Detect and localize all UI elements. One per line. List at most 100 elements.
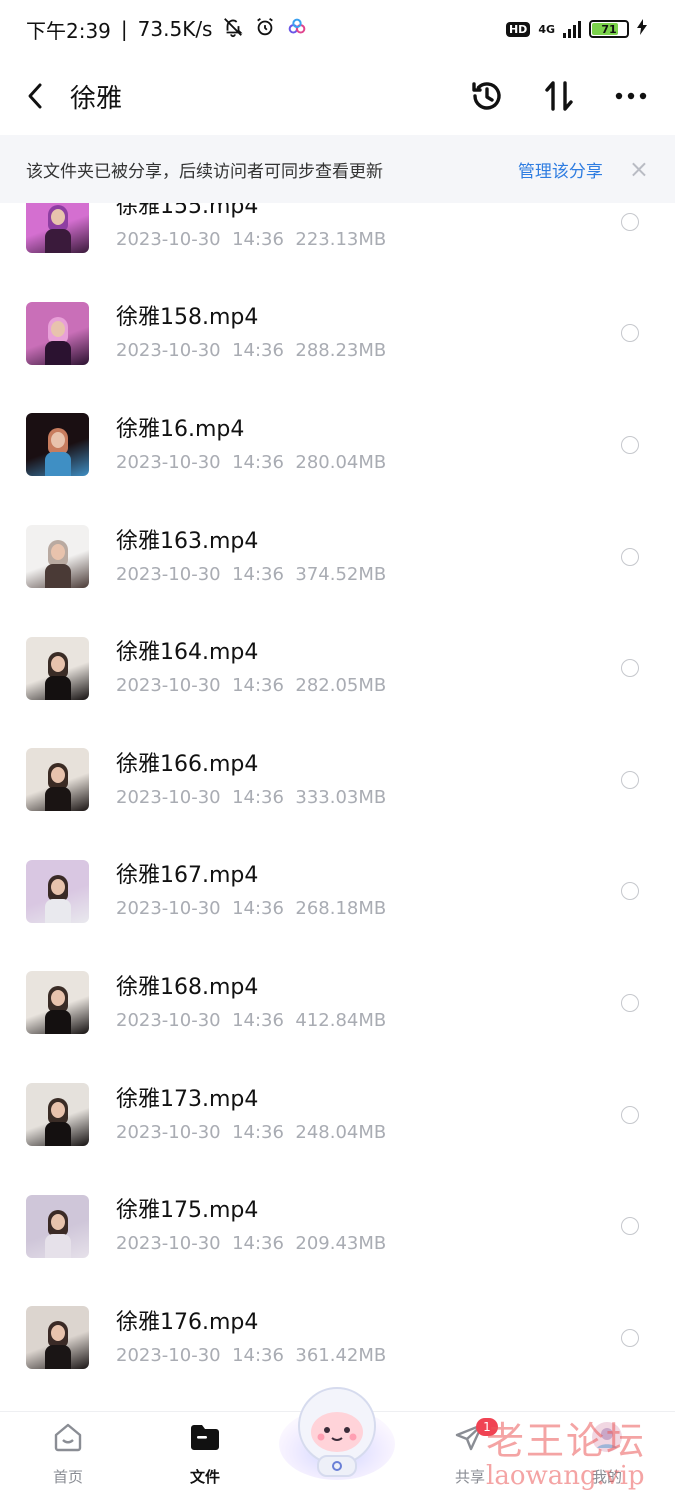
- file-row[interactable]: 徐雅168.mp4 2023-10-30 14:36 412.84MB: [0, 947, 675, 1059]
- file-row[interactable]: 徐雅175.mp4 2023-10-30 14:36 209.43MB: [0, 1170, 675, 1282]
- select-radio[interactable]: [621, 1217, 639, 1236]
- file-size: 333.03MB: [295, 786, 387, 808]
- select-radio[interactable]: [621, 324, 639, 343]
- file-time: 14:36: [232, 1344, 284, 1366]
- file-list-viewport[interactable]: 徐雅155.mp4 2023-10-30 14:36 223.13MB 徐雅158.…: [0, 203, 675, 1411]
- file-date: 2023-10-30: [116, 786, 221, 808]
- mascot-icon: [279, 1387, 395, 1480]
- cloud-app-icon: [286, 16, 308, 43]
- file-meta: 2023-10-30 14:36 268.18MB: [116, 897, 621, 921]
- more-button[interactable]: [613, 78, 649, 114]
- share-banner: 该文件夹已被分享，后续访问者可同步查看更新 管理该分享 ×: [0, 135, 675, 203]
- file-time: 14:36: [232, 563, 284, 585]
- file-meta: 2023-10-30 14:36 282.05MB: [116, 674, 621, 698]
- file-name: 徐雅155.mp4: [116, 203, 259, 219]
- file-meta: 2023-10-30 14:36 333.03MB: [116, 786, 621, 810]
- file-time: 14:36: [232, 675, 284, 697]
- sort-button[interactable]: [541, 78, 577, 114]
- file-row[interactable]: 徐雅16.mp4 2023-10-30 14:36 280.04MB: [0, 389, 675, 501]
- file-info: 徐雅164.mp4 2023-10-30 14:36 282.05MB: [116, 638, 621, 698]
- select-radio[interactable]: [621, 770, 639, 789]
- file-row[interactable]: 徐雅176.mp4 2023-10-30 14:36 361.42MB: [0, 1282, 675, 1394]
- file-info: 徐雅173.mp4 2023-10-30 14:36 248.04MB: [116, 1085, 621, 1145]
- file-meta: 2023-10-30 14:36 223.13MB: [116, 228, 621, 252]
- file-row[interactable]: 徐雅173.mp4 2023-10-30 14:36 248.04MB: [0, 1059, 675, 1171]
- history-button[interactable]: [469, 78, 505, 114]
- file-size: 412.84MB: [295, 1009, 387, 1031]
- file-info: 徐雅168.mp4 2023-10-30 14:36 412.84MB: [116, 973, 621, 1033]
- video-thumbnail: [26, 859, 89, 923]
- nav-share-label: 共享: [454, 1468, 485, 1486]
- file-size: 268.18MB: [295, 898, 387, 920]
- video-thumbnail: [26, 1306, 89, 1370]
- network-type: 4G: [538, 22, 555, 36]
- file-info: 徐雅176.mp4 2023-10-30 14:36 361.42MB: [116, 1308, 621, 1368]
- file-time: 14:36: [232, 451, 284, 473]
- nav-files-label: 文件: [189, 1468, 220, 1486]
- page-title: 徐雅: [70, 83, 123, 114]
- file-info: 徐雅166.mp4 2023-10-30 14:36 333.03MB: [116, 750, 621, 810]
- file-name: 徐雅16.mp4: [116, 416, 245, 442]
- file-info: 徐雅163.mp4 2023-10-30 14:36 374.52MB: [116, 527, 621, 587]
- file-meta: 2023-10-30 14:36 288.23MB: [116, 339, 621, 363]
- mascot-assistant-button[interactable]: [276, 1378, 398, 1484]
- status-right: HD 4G 71: [505, 19, 647, 39]
- select-radio[interactable]: [621, 993, 639, 1012]
- file-time: 14:36: [232, 898, 284, 920]
- select-radio[interactable]: [621, 212, 639, 231]
- sort-icon: [545, 81, 573, 111]
- file-size: 248.04MB: [295, 1121, 387, 1143]
- forum-watermark: 老王论坛 laowang.vip: [486, 1410, 666, 1496]
- file-meta: 2023-10-30 14:36 412.84MB: [116, 1009, 621, 1033]
- file-row[interactable]: 徐雅163.mp4 2023-10-30 14:36 374.52MB: [0, 501, 675, 613]
- file-meta: 2023-10-30 14:36 374.52MB: [116, 563, 621, 587]
- file-row[interactable]: 徐雅164.mp4 2023-10-30 14:36 282.05MB: [0, 612, 675, 724]
- video-thumbnail: [26, 413, 89, 477]
- file-size: 282.05MB: [295, 675, 387, 697]
- status-speed: 73.5K/s: [137, 17, 213, 41]
- select-radio[interactable]: [621, 435, 639, 454]
- file-name: 徐雅175.mp4: [116, 1198, 259, 1224]
- video-thumbnail: [26, 525, 89, 589]
- nav-home[interactable]: 首页: [28, 1420, 108, 1487]
- file-row[interactable]: 徐雅155.mp4 2023-10-30 14:36 223.13MB: [0, 203, 675, 278]
- app-header: 徐雅: [0, 58, 675, 134]
- video-thumbnail: [26, 1194, 89, 1258]
- file-date: 2023-10-30: [116, 228, 221, 250]
- file-name: 徐雅163.mp4: [116, 528, 259, 554]
- video-thumbnail: [26, 203, 89, 254]
- file-row[interactable]: 徐雅167.mp4 2023-10-30 14:36 268.18MB: [0, 836, 675, 948]
- select-radio[interactable]: [621, 659, 639, 678]
- chevron-left-icon: [28, 83, 42, 109]
- file-size: 209.43MB: [295, 1233, 387, 1255]
- file-meta: 2023-10-30 14:36 209.43MB: [116, 1232, 621, 1256]
- folder-icon: [188, 1420, 222, 1454]
- select-radio[interactable]: [621, 1328, 639, 1347]
- select-radio[interactable]: [621, 882, 639, 901]
- status-left: 下午2:39 | 73.5K/s: [26, 15, 308, 44]
- video-thumbnail: [26, 971, 89, 1035]
- file-size: 288.23MB: [295, 340, 387, 362]
- file-row[interactable]: 徐雅158.mp4 2023-10-30 14:36 288.23MB: [0, 278, 675, 390]
- file-row[interactable]: 徐雅166.mp4 2023-10-30 14:36 333.03MB: [0, 724, 675, 836]
- file-date: 2023-10-30: [116, 1121, 221, 1143]
- select-radio[interactable]: [621, 1105, 639, 1124]
- back-button[interactable]: [26, 76, 54, 116]
- close-banner-button[interactable]: ×: [629, 157, 649, 181]
- home-icon: [51, 1420, 85, 1454]
- select-radio[interactable]: [621, 547, 639, 566]
- header-actions: [469, 78, 649, 114]
- nav-files[interactable]: 文件: [165, 1420, 245, 1487]
- file-size: 361.42MB: [295, 1344, 387, 1366]
- file-info: 徐雅167.mp4 2023-10-30 14:36 268.18MB: [116, 861, 621, 921]
- file-date: 2023-10-30: [116, 451, 221, 473]
- status-separator: |: [120, 17, 128, 41]
- file-date: 2023-10-30: [116, 1344, 221, 1366]
- manage-share-link[interactable]: 管理该分享: [518, 157, 603, 182]
- signal-icon: [563, 20, 581, 38]
- watermark-en: laowang.vip: [486, 1461, 645, 1491]
- status-time: 下午2:39: [26, 18, 111, 43]
- file-meta: 2023-10-30 14:36 280.04MB: [116, 451, 621, 475]
- hd-badge: HD: [505, 21, 531, 37]
- file-size: 223.13MB: [295, 228, 387, 250]
